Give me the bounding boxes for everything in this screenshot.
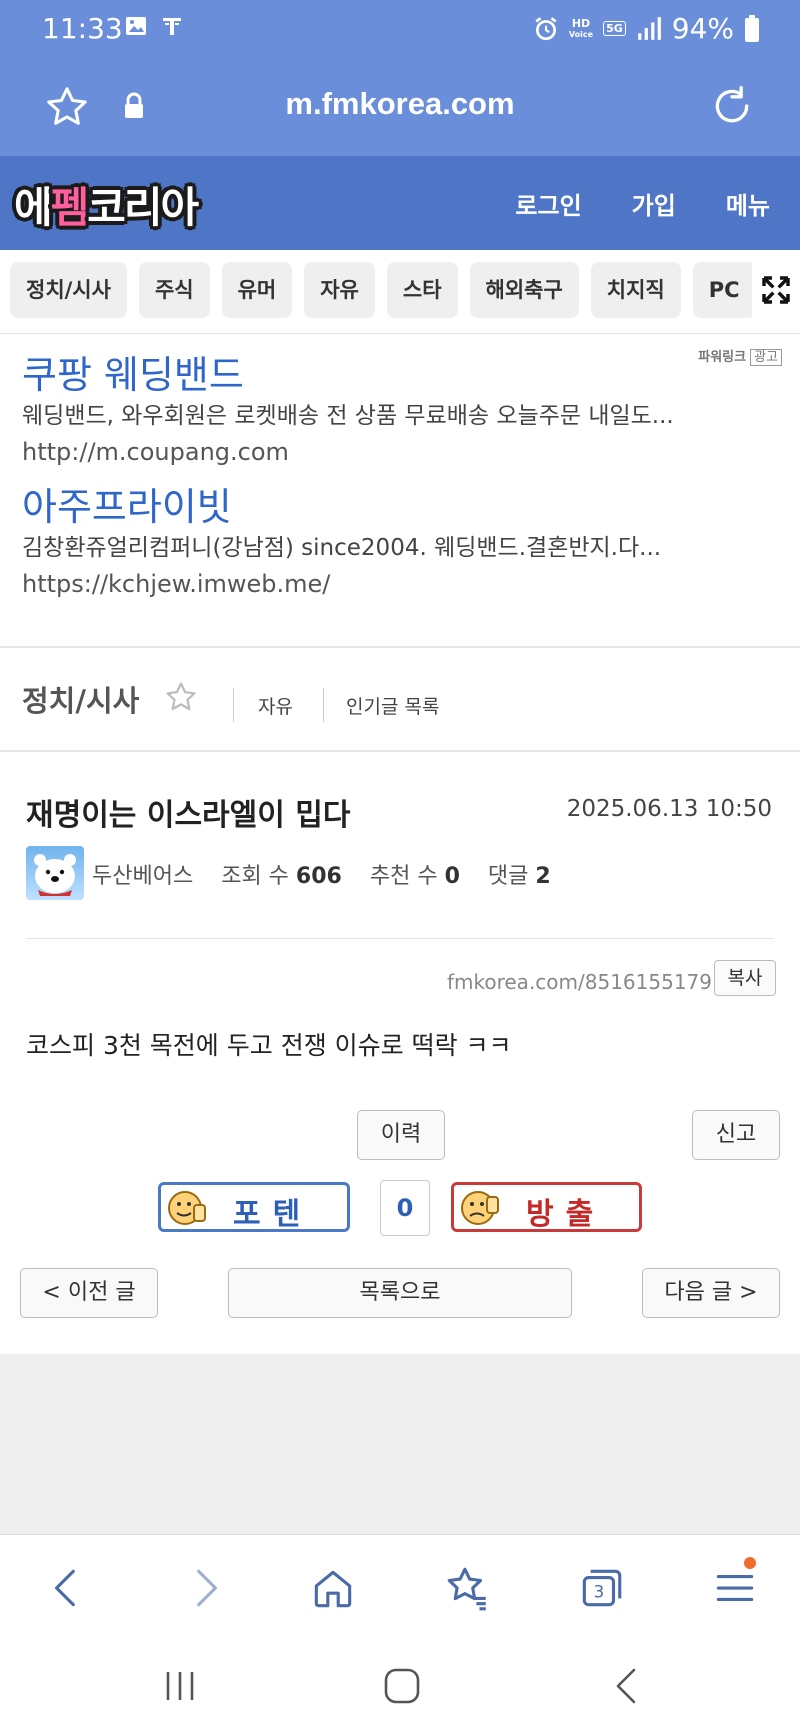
tabs-button[interactable]: 3	[576, 1563, 626, 1613]
thumbs-up-face-icon	[168, 1191, 206, 1225]
separator	[323, 688, 324, 722]
divider	[26, 938, 774, 939]
view-count: 조회 수 606	[221, 864, 342, 889]
ad-url[interactable]: https://kchjew.imweb.me/	[22, 566, 782, 602]
login-link[interactable]: 로그인	[515, 186, 581, 221]
board-header: 정치/시사 자유 인기글 목록	[0, 648, 800, 752]
battery-icon	[745, 14, 759, 42]
alarm-icon	[535, 16, 557, 40]
recent-apps-icon[interactable]	[158, 1664, 202, 1708]
forward-icon[interactable]	[180, 1563, 230, 1613]
site-logo[interactable]: 에펨코리아	[14, 174, 199, 235]
home-icon[interactable]	[308, 1563, 358, 1613]
status-right: HD Voice 5G 94%	[533, 12, 760, 45]
favorite-star-icon[interactable]	[164, 680, 198, 714]
category-tabs: 정치/시사 주식 유머 자유 스타 해외축구 치지직 PC	[0, 250, 800, 334]
ad-section: 파워링크 광고 쿠팡 웨딩밴드 웨딩밴드, 와우회원은 로켓배송 전 상품 무료배…	[0, 334, 800, 648]
expand-categories-button[interactable]	[752, 262, 800, 318]
vote-up-label: 포텐	[233, 1197, 313, 1232]
category-tab[interactable]: PC	[692, 262, 756, 318]
vote-up-button[interactable]: 포텐	[158, 1182, 350, 1232]
header-nav: 로그인 가입 메뉴	[515, 186, 770, 221]
url-text[interactable]: m.fmkorea.com	[0, 86, 800, 122]
hd-voice-indicator: HD Voice	[568, 16, 594, 39]
back-icon[interactable]	[42, 1563, 92, 1613]
browser-toolbar: 3	[0, 1534, 800, 1640]
expand-arrows-icon	[762, 276, 790, 304]
menu-link[interactable]: 메뉴	[726, 186, 770, 221]
home-button-icon[interactable]	[380, 1664, 424, 1708]
report-button[interactable]: 신고	[692, 1110, 780, 1160]
t-app-icon	[163, 18, 181, 35]
author-name[interactable]: 두산베어스	[92, 858, 193, 890]
tabs-icon: 3	[582, 1569, 622, 1607]
status-bar: 11:33 HD Voice 5G 94%	[0, 0, 800, 56]
ad-item[interactable]: 쿠팡 웨딩밴드 웨딩밴드, 와우회원은 로켓배송 전 상품 무료배송 오늘주문 …	[22, 352, 782, 470]
menu-button[interactable]	[710, 1557, 760, 1613]
separator	[233, 688, 234, 722]
prev-post-button[interactable]: < 이전 글	[20, 1268, 158, 1318]
vote-count: 0	[380, 1180, 430, 1236]
recommend-count: 추천 수 0	[369, 864, 460, 889]
ad-description: 김창환쥬얼리컴퍼니(강남점) since2004. 웨딩밴드.결혼반지.다...	[22, 535, 662, 561]
bookmarks-icon[interactable]	[442, 1563, 492, 1613]
svg-text:3: 3	[594, 1582, 605, 1601]
status-time: 11:33	[42, 12, 123, 45]
category-tab[interactable]: 유머	[221, 262, 293, 318]
ad-item[interactable]: 아주프라이빗 김창환쥬얼리컴퍼니(강남점) since2004. 웨딩밴드.결혼…	[22, 484, 782, 602]
post-body: 코스피 3천 목전에 두고 전쟁 이슈로 떡락 ㅋㅋ	[26, 1031, 512, 1060]
category-tab[interactable]: 정치/시사	[10, 262, 127, 318]
category-tab[interactable]: 스타	[386, 262, 458, 318]
system-back-icon[interactable]	[606, 1664, 650, 1708]
network-5g-indicator: 5G	[603, 21, 626, 36]
post-short-url: fmkorea.com/8516155179	[446, 970, 712, 994]
ad-description: 웨딩밴드, 와우회원은 로켓배송 전 상품 무료배송 오늘주문 내일도...	[22, 403, 674, 429]
ad-title[interactable]: 아주프라이빗	[22, 484, 782, 530]
post-date: 2025.06.13 10:50	[566, 796, 772, 822]
reload-icon[interactable]	[710, 84, 754, 128]
vote-down-label: 방출	[526, 1197, 606, 1232]
history-button[interactable]: 이력	[357, 1110, 445, 1160]
polar-bear-avatar-icon	[34, 854, 76, 896]
join-link[interactable]: 가입	[632, 186, 676, 221]
gallery-icon	[126, 17, 146, 35]
ad-url[interactable]: http://m.coupang.com	[22, 434, 782, 470]
status-notification-icons	[124, 14, 184, 38]
category-tab[interactable]: 해외축구	[469, 262, 579, 318]
board-link-free[interactable]: 자유	[258, 692, 293, 719]
board-title[interactable]: 정치/시사	[22, 678, 139, 720]
site-header: 에펨코리아 로그인 가입 메뉴	[0, 156, 800, 250]
comment-count: 댓글 2	[487, 864, 551, 889]
back-to-list-button[interactable]: 목록으로	[228, 1268, 572, 1318]
signal-icon	[637, 16, 661, 40]
copy-url-button[interactable]: 복사	[714, 960, 776, 996]
battery-percent: 94%	[671, 12, 734, 45]
thumbs-down-face-icon	[461, 1191, 499, 1225]
avatar[interactable]	[26, 846, 84, 900]
browser-url-bar: m.fmkorea.com	[0, 56, 800, 156]
category-tab[interactable]: 자유	[304, 262, 375, 318]
next-post-button[interactable]: 다음 글 >	[642, 1268, 780, 1318]
page-bottom-area	[0, 1354, 800, 1534]
post-title: 재명이는 이스라엘이 밉다	[26, 798, 351, 833]
ad-title[interactable]: 쿠팡 웨딩밴드	[22, 352, 782, 398]
hamburger-menu-icon	[716, 1574, 754, 1602]
board-link-popular[interactable]: 인기글 목록	[346, 692, 439, 719]
system-nav-bar	[0, 1640, 800, 1734]
vote-down-button[interactable]: 방출	[451, 1182, 642, 1232]
post-meta: 두산베어스 조회 수 606 추천 수 0 댓글 2	[92, 858, 551, 890]
category-tab[interactable]: 치지직	[590, 262, 681, 318]
notification-dot	[744, 1557, 756, 1569]
category-tab[interactable]: 주식	[138, 262, 210, 318]
